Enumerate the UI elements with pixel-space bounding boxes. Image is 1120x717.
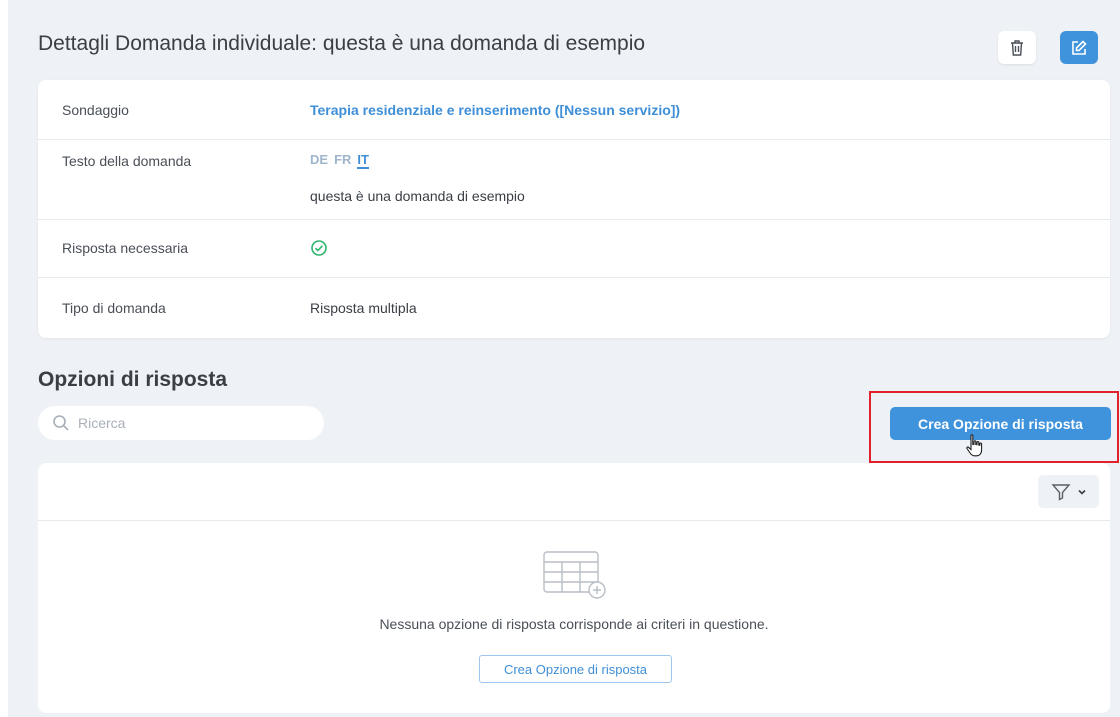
answer-options-table: Nessuna opzione di risposta corrisponde …	[38, 463, 1110, 713]
lang-tab-de[interactable]: DE	[310, 152, 328, 167]
table-toolbar	[38, 463, 1110, 521]
search-box[interactable]	[38, 406, 324, 440]
hand-cursor-icon	[966, 434, 983, 457]
question-type-label: Tipo di domanda	[62, 300, 166, 316]
survey-link[interactable]: Terapia residenziale e reinserimento ([N…	[310, 102, 680, 118]
delete-button[interactable]	[998, 31, 1036, 64]
filter-icon	[1050, 483, 1071, 501]
chevron-down-icon	[1077, 489, 1086, 495]
search-icon	[53, 415, 69, 431]
filter-button[interactable]	[1038, 475, 1099, 508]
edit-button[interactable]	[1060, 31, 1098, 64]
row-question-type: Tipo di domanda Risposta multipla	[38, 278, 1110, 338]
create-answer-option-button[interactable]: Crea Opzione di risposta	[890, 407, 1111, 440]
language-tabs: DE FR IT	[310, 151, 375, 169]
edit-icon	[1072, 39, 1087, 55]
lang-tab-it[interactable]: IT	[357, 152, 369, 169]
survey-label: Sondaggio	[62, 102, 129, 118]
empty-create-answer-option-button[interactable]: Crea Opzione di risposta	[479, 655, 672, 683]
question-text-value: questa è una domanda di esempio	[310, 188, 525, 204]
row-question-text: Testo della domanda DE FR IT questa è una …	[38, 140, 1110, 220]
trash-icon	[1011, 39, 1023, 56]
empty-table-icon	[543, 551, 606, 599]
empty-message: Nessuna opzione di risposta corrisponde …	[379, 616, 769, 632]
search-input[interactable]	[78, 415, 308, 431]
question-text-label: Testo della domanda	[62, 153, 192, 169]
row-survey: Sondaggio Terapia residenziale e reinser…	[38, 80, 1110, 140]
lang-tab-fr[interactable]: FR	[334, 152, 351, 167]
check-circle-icon	[310, 239, 328, 260]
row-required: Risposta necessaria	[38, 220, 1110, 278]
page-title: Dettagli Domanda individuale: questa è u…	[38, 32, 646, 55]
question-type-value: Risposta multipla	[310, 300, 417, 316]
details-card: Sondaggio Terapia residenziale e reinser…	[38, 80, 1110, 338]
answers-section-title: Opzioni di risposta	[38, 368, 228, 391]
required-label: Risposta necessaria	[62, 240, 189, 256]
left-edge	[0, 0, 8, 717]
